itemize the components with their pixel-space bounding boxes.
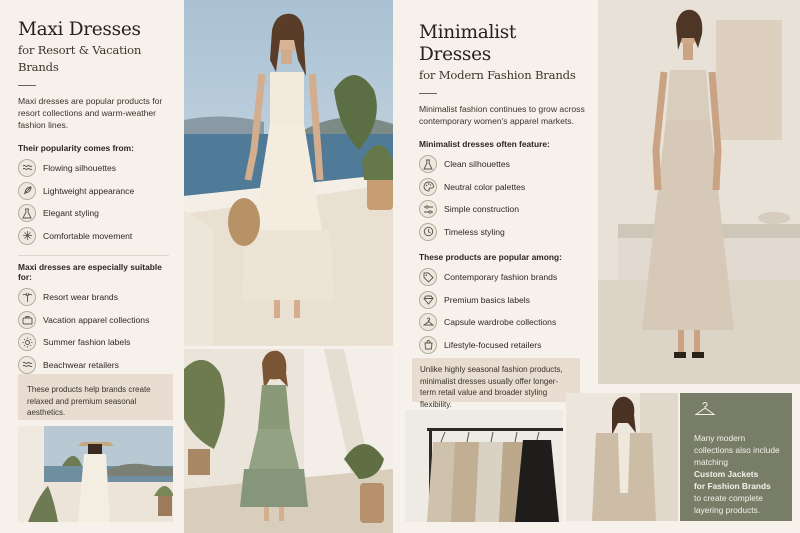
list-item: Vacation apparel collections [18,309,169,332]
maxi-subtitle: for Resort & Vacation Brands [18,43,142,74]
promo-link-custom-jackets[interactable]: Custom Jackets [694,469,758,479]
list-item: Simple construction [419,198,588,221]
dress-icon [18,204,36,223]
suitcase-icon [18,310,36,329]
list-item: Lifestyle-focused retailers [419,334,588,357]
diamond-icon [419,290,437,309]
list-item-label: Simple construction [444,204,519,215]
waves-icon [18,355,36,374]
list-item-label: Summer fashion labels [43,337,131,348]
maxi-title: Maxi Dresses [18,19,141,40]
list-item-label: Elegant styling [43,208,99,219]
list-item: Contemporary fashion brands [419,266,588,289]
feature-heading: Minimalist dresses often feature: [419,139,550,149]
minimalist-text-panel: Minimalist Dresses for Modern Fashion Br… [405,0,598,400]
feather-icon [18,181,36,200]
list-item: Summer fashion labels [18,331,169,354]
list-item: Premium basics labels [419,289,588,312]
maxi-note: These products help brands create relaxe… [18,374,173,420]
list-item-label: Flowing silhouettes [43,163,117,174]
minimalist-dress-main-photo [598,0,800,384]
popular-heading: These products are popular among: [419,252,562,262]
dress-icon [419,155,437,174]
jackets-promo-box: Many modern collections also include mat… [680,393,792,521]
floral-dress-photo [184,349,393,533]
list-item-label: Capsule wardrobe collections [444,317,557,328]
palette-icon [419,177,437,196]
sliders-icon [419,200,437,219]
list-item: Capsule wardrobe collections [419,311,588,334]
list-item-label: Neutral color palettes [444,181,526,192]
list-item: Clean silhouettes [419,153,588,176]
sun-icon [18,333,36,352]
list-item: Resort wear brands [18,286,169,309]
clock-icon [419,222,437,241]
popular-list: Contemporary fashion brands Premium basi… [419,266,588,356]
minimalist-note: Unlike highly seasonal fashion products,… [412,358,580,409]
title-rule [419,93,437,94]
list-item-label: Timeless styling [444,226,505,237]
list-item: Neutral color palettes [419,176,588,199]
maxi-intro: Maxi dresses are popular products for re… [18,96,163,130]
list-item-label: Vacation apparel collections [43,314,150,325]
promo-link-fashion-brands[interactable]: for Fashion Brands [694,481,771,491]
bag-icon [419,335,437,354]
tag-icon [419,268,437,287]
hanger-icon [419,313,437,332]
title-rule [18,85,36,86]
suitable-heading: Maxi dresses are especially suitable for… [18,262,162,282]
feature-list: Clean silhouettes Neutral color palettes… [419,153,588,243]
section-divider [18,255,169,256]
list-item: Lightweight appearance [18,180,169,203]
palm-icon [18,288,36,307]
list-item-label: Resort wear brands [43,292,118,303]
promo-line2: to create complete layering products. [694,493,763,515]
list-item: Comfortable movement [18,225,169,248]
list-item-label: Clean silhouettes [444,159,510,170]
minimalist-subtitle: for Modern Fashion Brands [419,68,576,82]
list-item-label: Lightweight appearance [43,185,135,196]
list-item: Beachwear retailers [18,354,169,377]
list-item-label: Comfortable movement [43,230,133,241]
jacket-model-photo [566,393,678,521]
popularity-heading: Their popularity comes from: [18,143,134,153]
jackets-rack-photo [405,410,563,522]
suitable-list: Resort wear brands Vacation apparel coll… [18,286,169,376]
list-item-label: Premium basics labels [444,294,530,305]
hanger-icon [694,401,716,422]
list-item-label: Beachwear retailers [43,359,119,370]
list-item: Timeless styling [419,221,588,244]
promo-text: Many modern collections also include mat… [694,432,782,516]
sparkle-icon [18,226,36,245]
minimalist-title: Minimalist Dresses [419,22,517,65]
list-item: Elegant styling [18,202,169,225]
popularity-list: Flowing silhouettes Lightweight appearan… [18,157,169,247]
minimalist-intro: Minimalist fashion continues to grow acr… [419,104,585,126]
list-item-label: Contemporary fashion brands [444,272,558,283]
list-item-label: Lifestyle-focused retailers [444,339,542,350]
list-item: Flowing silhouettes [18,157,169,180]
resort-back-photo [18,426,173,522]
maxi-dress-main-photo [184,0,393,346]
waves-icon [18,159,36,178]
promo-line1: Many modern collections also include mat… [694,433,780,467]
